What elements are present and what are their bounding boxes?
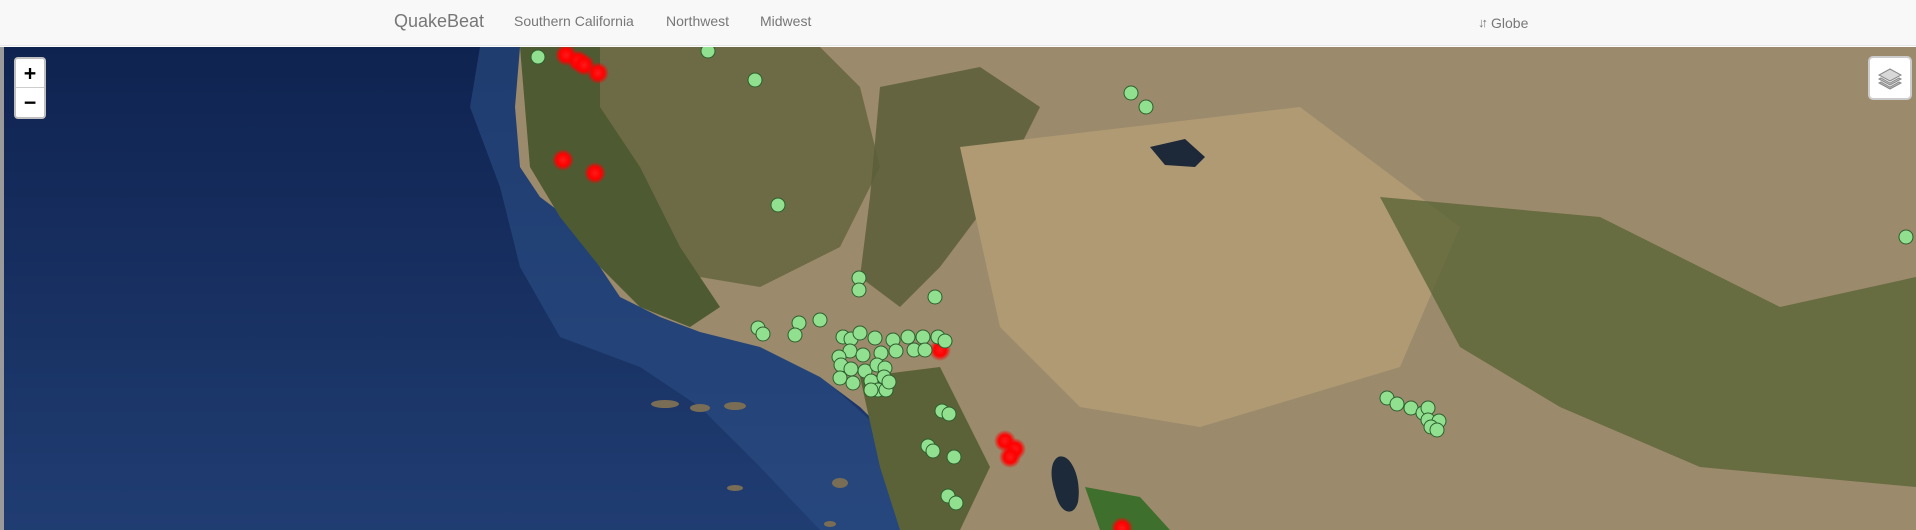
quake-marker[interactable] <box>915 329 931 345</box>
quake-marker[interactable] <box>1429 422 1445 438</box>
quake-marker[interactable] <box>700 47 716 59</box>
quake-marker[interactable] <box>881 374 897 390</box>
quake-marker[interactable] <box>888 343 904 359</box>
channel-island <box>724 402 746 410</box>
quake-marker[interactable] <box>747 72 763 88</box>
quake-marker[interactable] <box>1123 85 1139 101</box>
layers-button[interactable] <box>1868 56 1912 100</box>
quake-marker[interactable] <box>917 342 933 358</box>
quake-marker[interactable] <box>867 330 883 346</box>
quake-marker-recent[interactable] <box>587 62 609 84</box>
sort-icon: ↓↑ <box>1478 15 1488 30</box>
channel-island <box>824 521 836 527</box>
quake-marker[interactable] <box>852 325 868 341</box>
quake-marker[interactable] <box>900 329 916 345</box>
map-terrain <box>0 47 1916 530</box>
quake-marker[interactable] <box>863 382 879 398</box>
quake-marker[interactable] <box>845 375 861 391</box>
zoom-out-button[interactable]: − <box>16 88 44 117</box>
quake-marker[interactable] <box>925 443 941 459</box>
quake-marker[interactable] <box>530 49 546 65</box>
map-edge <box>0 47 4 530</box>
quake-marker[interactable] <box>941 406 957 422</box>
quake-marker[interactable] <box>787 327 803 343</box>
nav-link-midwest[interactable]: Midwest <box>760 0 811 46</box>
navbar: QuakeBeat Southern California Northwest … <box>0 0 1916 46</box>
quake-marker[interactable] <box>948 495 964 511</box>
nav-link-northwest[interactable]: Northwest <box>666 0 729 46</box>
quake-marker[interactable] <box>812 312 828 328</box>
globe-link[interactable]: ↓↑ Globe <box>1478 0 1528 46</box>
quake-marker[interactable] <box>755 326 771 342</box>
quake-marker[interactable] <box>1389 396 1405 412</box>
quake-marker[interactable] <box>832 370 848 386</box>
quake-marker-recent[interactable] <box>999 446 1021 468</box>
quake-marker[interactable] <box>927 289 943 305</box>
satellite-map[interactable] <box>0 47 1916 530</box>
quake-marker-recent[interactable] <box>584 162 606 184</box>
brand-link[interactable]: QuakeBeat <box>394 0 484 46</box>
quake-marker[interactable] <box>946 449 962 465</box>
quake-marker[interactable] <box>770 197 786 213</box>
nav-link-southern-california[interactable]: Southern California <box>514 0 634 46</box>
zoom-in-button[interactable]: + <box>16 59 44 88</box>
channel-island <box>690 404 710 412</box>
zoom-control: + − <box>14 57 46 119</box>
channel-island <box>727 485 743 491</box>
channel-island <box>651 400 679 408</box>
quake-marker[interactable] <box>1898 229 1914 245</box>
quake-marker[interactable] <box>851 282 867 298</box>
quake-marker[interactable] <box>937 333 953 349</box>
quake-marker-recent[interactable] <box>552 149 574 171</box>
layers-icon <box>1877 68 1903 90</box>
channel-island <box>832 478 848 488</box>
quake-marker[interactable] <box>855 347 871 363</box>
globe-label: Globe <box>1491 15 1529 31</box>
quake-marker[interactable] <box>1138 99 1154 115</box>
